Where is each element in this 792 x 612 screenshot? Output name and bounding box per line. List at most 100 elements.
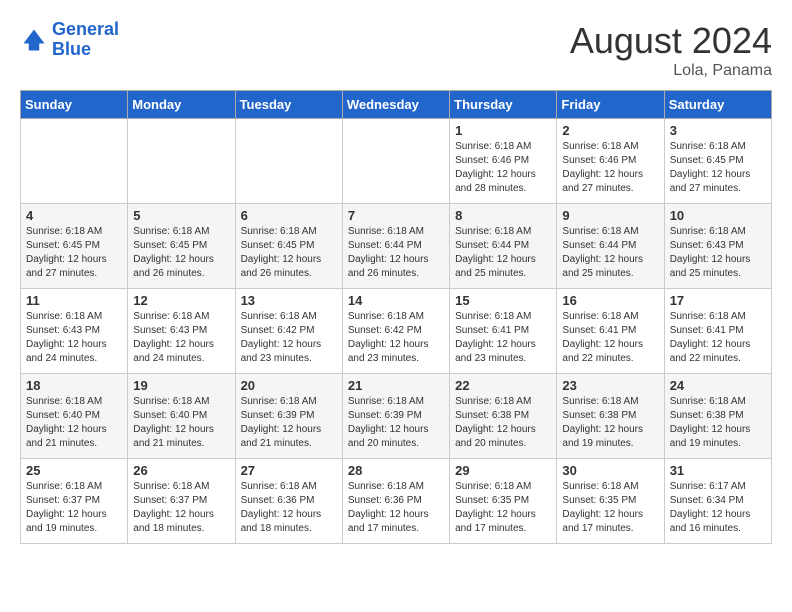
day-info: Sunrise: 6:18 AM Sunset: 6:41 PM Dayligh… [670, 310, 766, 366]
calendar-week-row: 4 Sunrise: 6:18 AM Sunset: 6:45 PM Daylig… [21, 204, 772, 289]
calendar-day-cell: 18Sunrise: 6:18 AM Sunset: 6:40 PM Dayli… [21, 374, 128, 459]
calendar-day-cell: 2 Sunrise: 6:18 AM Sunset: 6:46 PM Daylig… [557, 119, 664, 204]
calendar-day-cell: 26 Sunrise: 6:18 AM Sunset: 6:37 PM Dayli… [128, 459, 235, 544]
calendar-header-day: Monday [128, 91, 235, 119]
calendar-week-row: 11Sunrise: 6:18 AM Sunset: 6:43 PM Dayli… [21, 289, 772, 374]
day-info: Sunrise: 6:18 AM Sunset: 6:43 PM Dayligh… [133, 310, 229, 366]
day-info: Sunrise: 6:18 AM Sunset: 6:38 PM Dayligh… [562, 395, 658, 451]
day-number: 30 [562, 463, 658, 478]
calendar-day-cell [235, 119, 342, 204]
day-number: 29 [455, 463, 551, 478]
day-number: 8 [455, 208, 551, 223]
title-block: August 2024 Lola, Panama [570, 20, 772, 80]
calendar-day-cell: 11Sunrise: 6:18 AM Sunset: 6:43 PM Dayli… [21, 289, 128, 374]
day-info: Sunrise: 6:18 AM Sunset: 6:35 PM Dayligh… [455, 480, 551, 536]
day-info: Sunrise: 6:18 AM Sunset: 6:44 PM Dayligh… [455, 225, 551, 281]
calendar-header-day: Tuesday [235, 91, 342, 119]
calendar-week-row: 25 Sunrise: 6:18 AM Sunset: 6:37 PM Dayli… [21, 459, 772, 544]
calendar-header-day: Sunday [21, 91, 128, 119]
day-info: Sunrise: 6:18 AM Sunset: 6:45 PM Dayligh… [670, 140, 766, 196]
day-number: 28 [348, 463, 444, 478]
day-info: Sunrise: 6:18 AM Sunset: 6:38 PM Dayligh… [455, 395, 551, 451]
calendar-day-cell [21, 119, 128, 204]
calendar-header-day: Wednesday [342, 91, 449, 119]
calendar-day-cell: 9 Sunrise: 6:18 AM Sunset: 6:44 PM Daylig… [557, 204, 664, 289]
calendar-day-cell: 14 Sunrise: 6:18 AM Sunset: 6:42 PM Dayli… [342, 289, 449, 374]
calendar-day-cell: 22Sunrise: 6:18 AM Sunset: 6:38 PM Dayli… [450, 374, 557, 459]
day-info: Sunrise: 6:18 AM Sunset: 6:45 PM Dayligh… [26, 225, 122, 281]
calendar-day-cell: 3 Sunrise: 6:18 AM Sunset: 6:45 PM Daylig… [664, 119, 771, 204]
calendar-day-cell: 23 Sunrise: 6:18 AM Sunset: 6:38 PM Dayli… [557, 374, 664, 459]
calendar-day-cell: 27 Sunrise: 6:18 AM Sunset: 6:36 PM Dayli… [235, 459, 342, 544]
calendar-table: SundayMondayTuesdayWednesdayThursdayFrid… [20, 90, 772, 544]
day-number: 9 [562, 208, 658, 223]
day-info: Sunrise: 6:18 AM Sunset: 6:46 PM Dayligh… [455, 140, 551, 196]
day-number: 4 [26, 208, 122, 223]
day-info: Sunrise: 6:18 AM Sunset: 6:38 PM Dayligh… [670, 395, 766, 451]
calendar-day-cell [342, 119, 449, 204]
day-number: 31 [670, 463, 766, 478]
calendar-header-row: SundayMondayTuesdayWednesdayThursdayFrid… [21, 91, 772, 119]
day-info: Sunrise: 6:18 AM Sunset: 6:44 PM Dayligh… [348, 225, 444, 281]
calendar-day-cell: 1 Sunrise: 6:18 AM Sunset: 6:46 PM Daylig… [450, 119, 557, 204]
location: Lola, Panama [570, 62, 772, 80]
day-number: 14 [348, 293, 444, 308]
calendar-day-cell: 25Sunrise: 6:18 AM Sunset: 6:37 PM Dayli… [21, 459, 128, 544]
calendar-week-row: 1 Sunrise: 6:18 AM Sunset: 6:46 PM Daylig… [21, 119, 772, 204]
calendar-day-cell: 4 Sunrise: 6:18 AM Sunset: 6:45 PM Daylig… [21, 204, 128, 289]
logo-text: General Blue [52, 20, 119, 60]
calendar-header-day: Friday [557, 91, 664, 119]
day-info: Sunrise: 6:18 AM Sunset: 6:45 PM Dayligh… [241, 225, 337, 281]
day-number: 2 [562, 123, 658, 138]
day-number: 20 [241, 378, 337, 393]
day-info: Sunrise: 6:18 AM Sunset: 6:39 PM Dayligh… [241, 395, 337, 451]
day-info: Sunrise: 6:18 AM Sunset: 6:41 PM Dayligh… [562, 310, 658, 366]
day-number: 5 [133, 208, 229, 223]
day-info: Sunrise: 6:18 AM Sunset: 6:40 PM Dayligh… [26, 395, 122, 451]
day-info: Sunrise: 6:18 AM Sunset: 6:46 PM Dayligh… [562, 140, 658, 196]
calendar-week-row: 18Sunrise: 6:18 AM Sunset: 6:40 PM Dayli… [21, 374, 772, 459]
day-number: 1 [455, 123, 551, 138]
month-title: August 2024 [570, 20, 772, 62]
day-number: 17 [670, 293, 766, 308]
day-info: Sunrise: 6:18 AM Sunset: 6:45 PM Dayligh… [133, 225, 229, 281]
day-number: 10 [670, 208, 766, 223]
day-number: 19 [133, 378, 229, 393]
day-info: Sunrise: 6:18 AM Sunset: 6:40 PM Dayligh… [133, 395, 229, 451]
day-number: 25 [26, 463, 122, 478]
calendar-day-cell [128, 119, 235, 204]
calendar-day-cell: 16Sunrise: 6:18 AM Sunset: 6:41 PM Dayli… [557, 289, 664, 374]
day-info: Sunrise: 6:18 AM Sunset: 6:36 PM Dayligh… [241, 480, 337, 536]
calendar-day-cell: 29 Sunrise: 6:18 AM Sunset: 6:35 PM Dayli… [450, 459, 557, 544]
day-number: 27 [241, 463, 337, 478]
day-number: 3 [670, 123, 766, 138]
day-info: Sunrise: 6:18 AM Sunset: 6:43 PM Dayligh… [670, 225, 766, 281]
calendar-day-cell: 5 Sunrise: 6:18 AM Sunset: 6:45 PM Daylig… [128, 204, 235, 289]
day-number: 26 [133, 463, 229, 478]
day-info: Sunrise: 6:18 AM Sunset: 6:43 PM Dayligh… [26, 310, 122, 366]
calendar-header-day: Saturday [664, 91, 771, 119]
day-info: Sunrise: 6:18 AM Sunset: 6:35 PM Dayligh… [562, 480, 658, 536]
calendar-day-cell: 28 Sunrise: 6:18 AM Sunset: 6:36 PM Dayli… [342, 459, 449, 544]
day-number: 23 [562, 378, 658, 393]
calendar-day-cell: 12 Sunrise: 6:18 AM Sunset: 6:43 PM Dayli… [128, 289, 235, 374]
calendar-day-cell: 24Sunrise: 6:18 AM Sunset: 6:38 PM Dayli… [664, 374, 771, 459]
day-number: 21 [348, 378, 444, 393]
day-info: Sunrise: 6:18 AM Sunset: 6:39 PM Dayligh… [348, 395, 444, 451]
day-number: 12 [133, 293, 229, 308]
logo-icon [20, 26, 48, 54]
day-info: Sunrise: 6:18 AM Sunset: 6:37 PM Dayligh… [133, 480, 229, 536]
calendar-header-day: Thursday [450, 91, 557, 119]
day-info: Sunrise: 6:18 AM Sunset: 6:42 PM Dayligh… [348, 310, 444, 366]
calendar-day-cell: 30 Sunrise: 6:18 AM Sunset: 6:35 PM Dayli… [557, 459, 664, 544]
calendar-day-cell: 7Sunrise: 6:18 AM Sunset: 6:44 PM Daylig… [342, 204, 449, 289]
day-info: Sunrise: 6:17 AM Sunset: 6:34 PM Dayligh… [670, 480, 766, 536]
calendar-day-cell: 13 Sunrise: 6:18 AM Sunset: 6:42 PM Dayli… [235, 289, 342, 374]
day-info: Sunrise: 6:18 AM Sunset: 6:44 PM Dayligh… [562, 225, 658, 281]
day-info: Sunrise: 6:18 AM Sunset: 6:42 PM Dayligh… [241, 310, 337, 366]
day-info: Sunrise: 6:18 AM Sunset: 6:41 PM Dayligh… [455, 310, 551, 366]
day-number: 6 [241, 208, 337, 223]
calendar-day-cell: 10 Sunrise: 6:18 AM Sunset: 6:43 PM Dayli… [664, 204, 771, 289]
day-number: 13 [241, 293, 337, 308]
day-info: Sunrise: 6:18 AM Sunset: 6:36 PM Dayligh… [348, 480, 444, 536]
